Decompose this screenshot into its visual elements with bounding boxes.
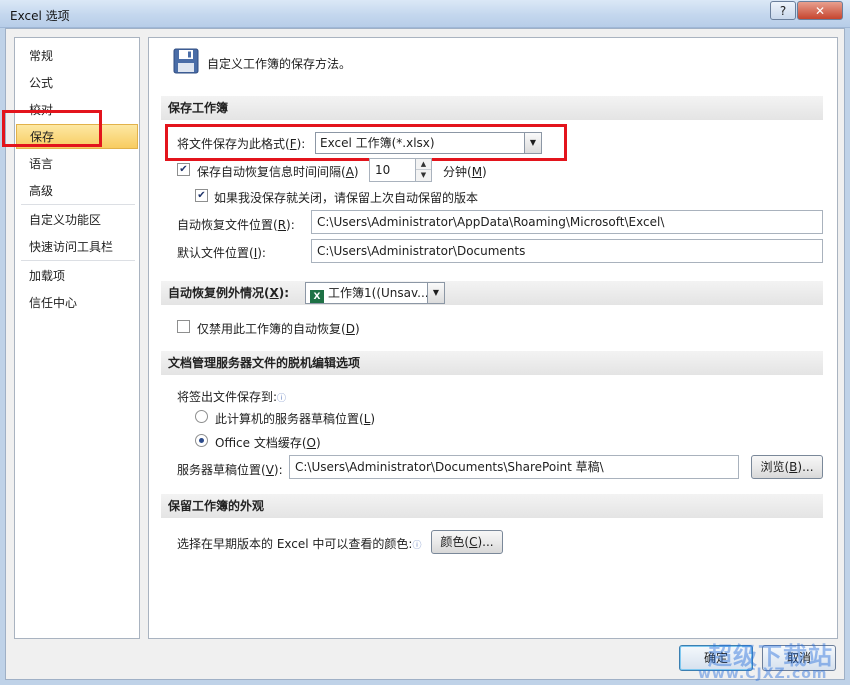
colors-label: 选择在早期版本的 Excel 中可以查看的颜色:ⓘ	[177, 537, 422, 551]
checkout-location-label: 将签出文件保存到:ⓘ	[177, 390, 287, 404]
default-location-label: 默认文件位置(I):	[177, 246, 266, 260]
annotation-highlight-save-format	[165, 124, 567, 161]
browse-button[interactable]: 浏览(B)...	[751, 455, 823, 479]
info-icon: ⓘ	[277, 394, 287, 404]
autorecover-location-input[interactable]: C:\Users\Administrator\AppData\Roaming\M…	[311, 210, 823, 234]
nav-item-formulas[interactable]: 公式	[16, 71, 138, 96]
colors-button[interactable]: 颜色(C)...	[431, 530, 503, 554]
autorecover-minutes-input[interactable]: 10	[369, 158, 416, 182]
window-title: Excel 选项	[10, 9, 70, 23]
spin-up-icon[interactable]: ▲	[416, 159, 431, 170]
dialog-client: 常规 公式 校对 保存 语言 高级 自定义功能区 快速访问工具栏 加载项 信任中…	[2, 28, 845, 680]
radio-selected-dot	[199, 438, 204, 443]
server-drafts-location-label: 服务器草稿位置(V):	[177, 463, 283, 477]
disable-autorecover-checkbox[interactable]	[177, 320, 190, 333]
watermark-logo: 超级下载站 www.CJXZ.com	[690, 630, 848, 684]
nav-divider	[21, 204, 135, 205]
excel-workbook-icon: X	[310, 290, 324, 303]
section-autorecover-exceptions: 自动恢复例外情况(X):	[161, 281, 823, 305]
server-drafts-radio-label: 此计算机的服务器草稿位置(L)	[215, 412, 376, 426]
nav-item-customize-ribbon[interactable]: 自定义功能区	[16, 208, 138, 233]
section-preserve-appearance: 保留工作簿的外观	[161, 494, 823, 518]
title-bar: Excel 选项 ? ✕	[0, 0, 850, 28]
nav-item-language[interactable]: 语言	[16, 152, 138, 177]
server-drafts-location-input[interactable]: C:\Users\Administrator\Documents\SharePo…	[289, 455, 739, 479]
default-location-input[interactable]: C:\Users\Administrator\Documents	[311, 239, 823, 263]
keep-last-version-checkbox[interactable]: ✔	[195, 189, 208, 202]
nav-item-general[interactable]: 常规	[16, 44, 138, 69]
chevron-down-icon[interactable]: ▼	[427, 283, 444, 303]
minutes-label: 分钟(M)	[443, 165, 487, 179]
floppy-disk-icon	[173, 48, 199, 74]
spin-down-icon[interactable]: ▼	[416, 170, 431, 181]
autorecover-label: 保存自动恢复信息时间间隔(A)	[197, 165, 359, 179]
nav-item-trust-center[interactable]: 信任中心	[16, 291, 138, 316]
watermark-line2: www.CJXZ.com	[698, 666, 828, 682]
section-save-workbooks: 保存工作簿	[161, 96, 823, 120]
save-options-panel: 自定义工作簿的保存方法。 保存工作簿 将文件保存为此格式(F): Excel 工…	[148, 37, 838, 639]
autorecover-workbook-value: 工作簿1((Unsav...	[328, 286, 429, 300]
nav-divider	[21, 260, 135, 261]
keep-last-version-label: 如果我没保存就关闭，请保留上次自动保留的版本	[214, 191, 479, 205]
annotation-highlight-save-nav	[2, 110, 102, 147]
nav-item-addins[interactable]: 加载项	[16, 264, 138, 289]
close-button[interactable]: ✕	[797, 1, 843, 20]
info-icon: ⓘ	[412, 541, 422, 551]
autorecover-minutes-spinner[interactable]: ▲ ▼	[415, 158, 432, 182]
disable-autorecover-label: 仅禁用此工作簿的自动恢复(D)	[197, 322, 360, 336]
autorecover-location-label: 自动恢复文件位置(R):	[177, 218, 295, 232]
panel-header-text: 自定义工作簿的保存方法。	[207, 57, 352, 71]
server-drafts-radio[interactable]	[195, 410, 208, 423]
nav-item-advanced[interactable]: 高级	[16, 179, 138, 204]
section-offline-editing: 文档管理服务器文件的脱机编辑选项	[161, 351, 823, 375]
autorecover-workbook-dropdown[interactable]: X 工作簿1((Unsav... ▼	[305, 282, 445, 304]
autorecover-checkbox[interactable]: ✔	[177, 163, 190, 176]
office-cache-radio-label: Office 文档缓存(O)	[215, 436, 321, 450]
nav-item-quick-access-toolbar[interactable]: 快速访问工具栏	[16, 235, 138, 260]
office-cache-radio[interactable]	[195, 434, 208, 447]
help-button[interactable]: ?	[770, 1, 796, 20]
